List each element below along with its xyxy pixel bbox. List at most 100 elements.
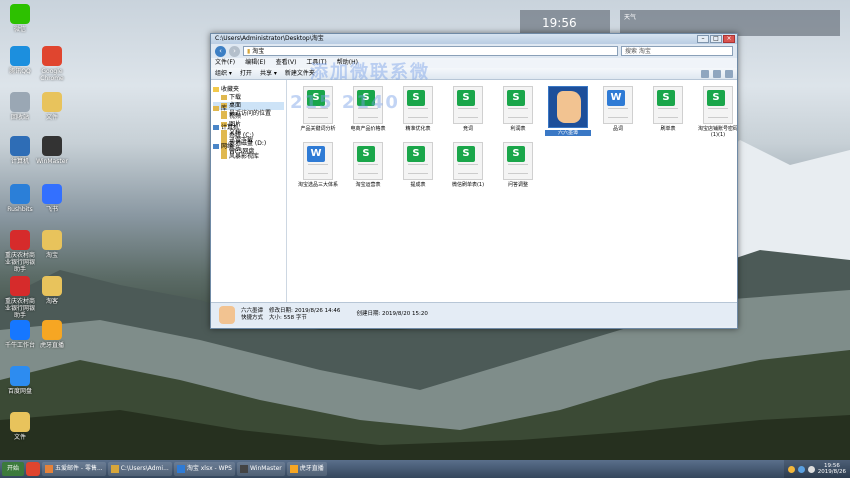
- taskbar-item[interactable]: 五爱邮件 - 零售...: [42, 462, 106, 476]
- taskbar-item[interactable]: 虎牙直播: [286, 462, 327, 476]
- toolbar-button[interactable]: 组织 ▾: [215, 68, 232, 79]
- document-lines-icon: [308, 164, 328, 174]
- app-icon: [42, 92, 62, 112]
- desktop-icon[interactable]: 腾讯QQ: [4, 46, 36, 75]
- file-item[interactable]: W 淘宝选品三大体系: [295, 142, 341, 188]
- desktop-icon[interactable]: 重庆农村商业银行网银助手: [4, 230, 36, 273]
- document-lines-icon: [508, 108, 528, 118]
- file-item[interactable]: S 精准优化表: [395, 86, 441, 132]
- menu-item[interactable]: 编辑(E): [245, 58, 265, 68]
- app-icon: [42, 276, 62, 296]
- file-item[interactable]: S 淘宝店铺账号密码(1)(1): [695, 86, 737, 138]
- desktop-icon[interactable]: 百度网盘: [4, 366, 36, 395]
- toolbar-button[interactable]: 打开: [240, 68, 252, 79]
- search-input[interactable]: 搜索 淘宝: [621, 46, 733, 56]
- nav-item[interactable]: 下载: [213, 94, 284, 102]
- nav-computer[interactable]: 计算机: [213, 124, 284, 132]
- shortcut-thumbnail-icon: [219, 305, 235, 324]
- toolbar-button[interactable]: 共享 ▾: [260, 68, 277, 79]
- file-item[interactable]: S 利润表: [495, 86, 541, 132]
- file-name: 微信刷单表(1): [451, 182, 485, 188]
- app-icon: [10, 366, 30, 386]
- desktop-icon[interactable]: 文件: [4, 412, 36, 441]
- desktop-icon-label: 回收站: [10, 114, 29, 121]
- app-icon: [42, 230, 62, 250]
- spreadsheet-file-icon: S: [453, 142, 483, 180]
- nav-favorites[interactable]: 收藏夹: [213, 86, 284, 94]
- file-item[interactable]: W 品词: [595, 86, 641, 132]
- window-titlebar[interactable]: C:\Users\Administrator\Desktop\淘宝 – □ ×: [211, 34, 737, 44]
- desktop-icon[interactable]: 计算机: [4, 136, 36, 165]
- file-item[interactable]: 六六墨谭: [545, 86, 591, 136]
- app-icon: [10, 184, 30, 204]
- address-input[interactable]: ▮ 淘宝: [243, 46, 618, 56]
- minimize-button[interactable]: –: [697, 35, 709, 43]
- desktop-icon[interactable]: 淘客: [36, 276, 68, 305]
- explorer-window[interactable]: C:\Users\Administrator\Desktop\淘宝 – □ × …: [210, 33, 738, 329]
- view-options-icon[interactable]: [701, 70, 709, 78]
- desktop-icon[interactable]: Rushbits: [4, 184, 36, 213]
- app-icon: [10, 4, 30, 24]
- file-item[interactable]: S 微信刷单表(1): [445, 142, 491, 188]
- tray-clock[interactable]: 19:56 2019/8/26: [818, 463, 846, 475]
- file-item[interactable]: S 淘宝运营表: [345, 142, 391, 188]
- library-icon: [213, 106, 219, 111]
- desktop-icon[interactable]: 微信: [4, 4, 36, 33]
- desktop-icon[interactable]: 文件: [36, 92, 68, 121]
- volume-icon[interactable]: [807, 465, 815, 473]
- taskbar-item[interactable]: 淘宝 xlsx - WPS: [173, 462, 235, 476]
- forward-button[interactable]: ›: [229, 45, 240, 57]
- desktop-icon[interactable]: 重庆农村商业银行网银助手: [4, 276, 36, 319]
- taskbar: 开始 五爱邮件 - 零售... C:\Users\Admi... 淘宝 xlsx -…: [0, 460, 850, 478]
- nav-item[interactable]: 系统 (C:): [213, 132, 284, 140]
- back-button[interactable]: ‹: [215, 45, 226, 57]
- thumbs-up-image-icon: [548, 86, 588, 128]
- menu-item[interactable]: 文件(F): [215, 58, 235, 68]
- address-bar-row: ‹ › ▮ 淘宝 搜索 淘宝: [211, 44, 737, 58]
- tray-icon[interactable]: [797, 465, 805, 473]
- document-lines-icon: [458, 164, 478, 174]
- details-created: 2019/8/20 15:20: [382, 311, 428, 317]
- file-item[interactable]: S 刷单表: [645, 86, 691, 132]
- file-name: 淘宝店铺账号密码(1)(1): [697, 126, 737, 138]
- help-icon[interactable]: [725, 70, 733, 78]
- file-item[interactable]: S 提成表: [395, 142, 441, 188]
- desktop-icon[interactable]: 飞书: [36, 184, 68, 213]
- file-item[interactable]: S 竞词: [445, 86, 491, 132]
- menu-item[interactable]: 查看(V): [276, 58, 297, 68]
- taskbar-item-label: 虎牙直播: [299, 465, 324, 472]
- nav-item-label: 下载: [229, 94, 242, 101]
- taskbar-item[interactable]: C:\Users\Admi...: [107, 462, 172, 476]
- desktop-icon[interactable]: Google Chrome: [36, 46, 68, 82]
- start-button[interactable]: 开始: [2, 462, 25, 476]
- taskbar-item[interactable]: WinMaster: [236, 462, 285, 476]
- file-name: 刷单表: [660, 126, 676, 132]
- app-icon: [10, 412, 30, 432]
- maximize-button[interactable]: □: [710, 35, 722, 43]
- desktop-icon-label: 重庆农村商业银行网银助手: [4, 298, 35, 319]
- spreadsheet-file-icon: S: [503, 86, 533, 124]
- tray-icon[interactable]: [787, 465, 795, 473]
- app-icon: [42, 46, 62, 66]
- wps-writer-badge-icon: W: [607, 90, 625, 106]
- desktop-icon[interactable]: WinMaster: [36, 136, 68, 165]
- app-icon: [42, 320, 62, 340]
- document-lines-icon: [708, 108, 728, 118]
- desktop-icon[interactable]: 千牛工作台: [4, 320, 36, 349]
- file-item[interactable]: S 问答调整: [495, 142, 541, 188]
- desktop-icon[interactable]: 淘宝: [36, 230, 68, 259]
- watermark-line1: 添加微联系微: [310, 62, 430, 83]
- desktop-icon-label: 千牛工作台: [4, 342, 35, 349]
- taskbar-item-label: C:\Users\Admi...: [120, 465, 169, 472]
- desktop-icon[interactable]: 回收站: [4, 92, 36, 121]
- app-icon: [10, 92, 30, 112]
- chrome-icon[interactable]: [26, 462, 41, 476]
- wps-sheet-badge-icon: S: [407, 146, 425, 162]
- file-name: 问答调整: [507, 182, 528, 188]
- desktop-icon[interactable]: 虎牙直播: [36, 320, 68, 349]
- close-button[interactable]: ×: [723, 35, 735, 43]
- desktop-icon-label: 淘客: [45, 298, 58, 305]
- preview-pane-icon[interactable]: [713, 70, 721, 78]
- document-lines-icon: [358, 164, 378, 174]
- desktop-icon-label: WinMaster: [36, 158, 68, 165]
